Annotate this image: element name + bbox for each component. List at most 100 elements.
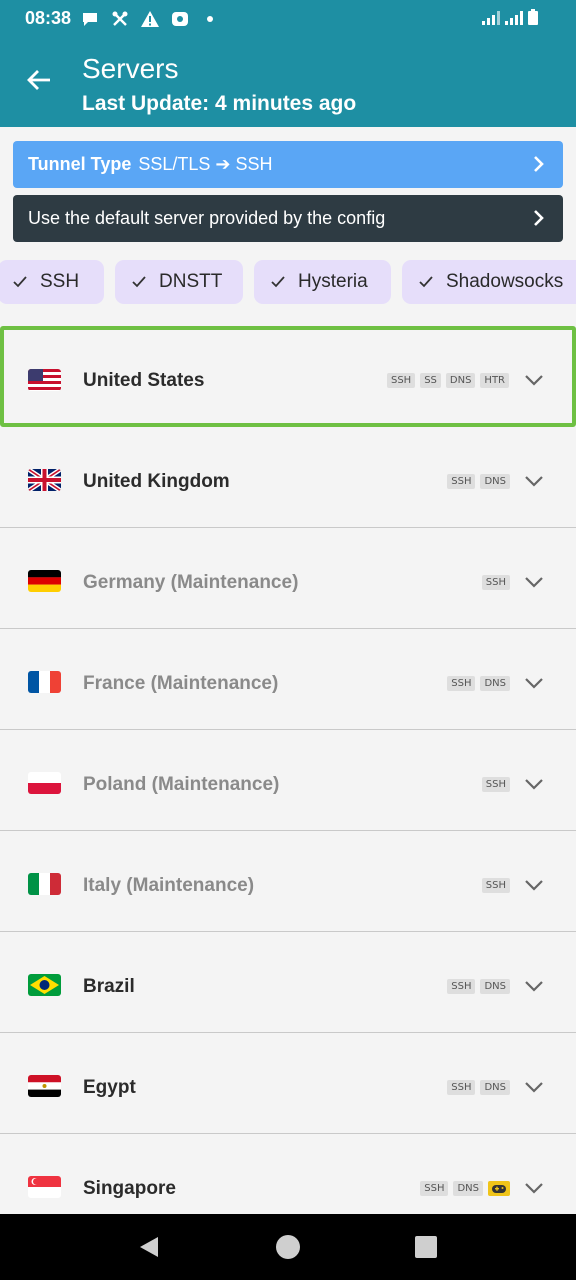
chevron-right-icon	[534, 156, 544, 172]
app-bar: 08:38 Servers Last Update: 4 minutes ago	[0, 0, 576, 127]
server-row-brazil[interactable]: Brazil SSH DNS	[0, 932, 576, 1033]
server-row-france[interactable]: France (Maintenance) SSH DNS	[0, 629, 576, 730]
server-row-egypt[interactable]: Egypt SSH DNS	[0, 1033, 576, 1134]
tag-dns: DNS	[480, 474, 510, 489]
chip-hysteria[interactable]: Hysteria	[254, 260, 391, 304]
arrow-left-icon	[27, 70, 50, 90]
tag-ssh: SSH	[481, 575, 510, 590]
server-name: Egypt	[83, 1077, 136, 1098]
page-title: Servers	[82, 53, 179, 84]
nav-recents-icon[interactable]	[413, 1234, 439, 1260]
chevron-down-icon[interactable]	[524, 572, 544, 592]
server-row-poland[interactable]: Poland (Maintenance) SSH	[0, 730, 576, 831]
protocol-tags: SSH DNS	[447, 676, 510, 691]
tag-dns: DNS	[480, 676, 510, 691]
tag-ss: SS	[420, 373, 441, 388]
protocol-tags: SSH DNS	[447, 979, 510, 994]
tunnel-type-label: Tunnel Type	[28, 154, 132, 174]
chevron-down-icon[interactable]	[524, 1178, 544, 1198]
italy-flag-icon	[28, 873, 61, 895]
signal-icon	[482, 11, 500, 30]
tools-icon	[110, 9, 130, 29]
tag-ssh: SSH	[386, 373, 416, 388]
tag-ssh: SSH	[420, 1181, 449, 1196]
chevron-down-icon[interactable]	[524, 370, 544, 390]
chevron-down-icon[interactable]	[524, 774, 544, 794]
france-flag-icon	[28, 671, 61, 693]
tag-dns: DNS	[480, 979, 510, 994]
chip-dnstt[interactable]: DNSTT	[115, 260, 243, 304]
protocol-tags: SSH	[481, 777, 510, 792]
server-row-germany[interactable]: Germany (Maintenance) SSH	[0, 528, 576, 629]
default-server-label: Use the default server provided by the c…	[28, 208, 386, 228]
us-flag-icon	[28, 369, 61, 391]
status-bar: 08:38	[0, 0, 576, 38]
egypt-flag-icon	[28, 1075, 61, 1097]
navigation-bar	[0, 1214, 576, 1280]
server-row-united-kingdom[interactable]: United Kingdom SSH DNS	[0, 427, 576, 528]
tag-dns: DNS	[453, 1181, 483, 1196]
chip-label: SSH	[40, 271, 80, 292]
tag-dns: DNS	[445, 373, 476, 388]
chevron-down-icon[interactable]	[524, 976, 544, 996]
vpn-icon	[170, 9, 190, 29]
check-icon	[271, 276, 285, 288]
chip-label: DNSTT	[159, 271, 223, 292]
protocol-tags: SSH	[481, 878, 510, 893]
chevron-down-icon[interactable]	[524, 471, 544, 491]
warning-icon	[140, 9, 160, 29]
server-name: United Kingdom	[83, 471, 230, 492]
chip-label: Hysteria	[298, 271, 368, 292]
nav-back-icon[interactable]	[136, 1234, 162, 1260]
chat-icon	[80, 9, 100, 29]
chip-label: Shadowsocks	[446, 271, 564, 292]
tag-ssh: SSH	[447, 1080, 476, 1095]
battery-icon	[528, 9, 538, 30]
chevron-down-icon[interactable]	[524, 875, 544, 895]
dot-icon	[200, 9, 220, 29]
poland-flag-icon	[28, 772, 61, 794]
tag-dns: DNS	[480, 1080, 510, 1095]
tag-ssh: SSH	[481, 878, 510, 893]
notification-icons	[80, 9, 220, 29]
tag-ssh: SSH	[447, 979, 476, 994]
chevron-right-icon	[534, 210, 544, 226]
germany-flag-icon	[28, 570, 61, 592]
server-name: France (Maintenance)	[83, 673, 279, 694]
tag-ssh: SSH	[447, 676, 476, 691]
back-button[interactable]	[22, 63, 56, 97]
tag-ssh: SSH	[481, 777, 510, 792]
nav-home-icon[interactable]	[275, 1234, 301, 1260]
check-icon	[13, 276, 27, 288]
gamepad-icon	[488, 1181, 510, 1196]
protocol-tags: SSH SS DNS HTR	[386, 373, 509, 388]
server-name: United States	[83, 370, 205, 391]
check-icon	[419, 276, 433, 288]
server-name: Italy (Maintenance)	[83, 875, 255, 896]
tag-htr: HTR	[480, 373, 509, 388]
status-time: 08:38	[25, 8, 72, 28]
singapore-flag-icon	[28, 1176, 61, 1198]
chip-shadowsocks[interactable]: Shadowsocks	[402, 260, 576, 304]
chevron-down-icon[interactable]	[524, 1077, 544, 1097]
server-row-united-states[interactable]: United States SSH SS DNS HTR	[0, 326, 576, 427]
tag-ssh: SSH	[447, 474, 476, 489]
server-row-singapore[interactable]: Singapore SSH DNS	[0, 1134, 576, 1214]
protocol-tags: SSH	[481, 575, 510, 590]
server-row-italy[interactable]: Italy (Maintenance) SSH	[0, 831, 576, 932]
server-name: Poland (Maintenance)	[83, 774, 280, 795]
chip-ssh[interactable]: SSH	[0, 260, 104, 304]
protocol-filter-chips: SSH DNSTT Hysteria Shadowsocks	[0, 260, 576, 304]
uk-flag-icon	[28, 469, 61, 491]
signal-icon	[505, 11, 523, 30]
server-name: Brazil	[83, 976, 135, 997]
server-name: Singapore	[83, 1178, 176, 1199]
server-list[interactable]: United States SSH SS DNS HTR United King…	[0, 326, 576, 1214]
protocol-tags: SSH DNS	[447, 474, 510, 489]
brazil-flag-icon	[28, 974, 61, 996]
protocol-tags: SSH DNS	[447, 1080, 510, 1095]
chevron-down-icon[interactable]	[524, 673, 544, 693]
tunnel-type-button[interactable]: Tunnel Type SSL/TLS ➔ SSH	[13, 141, 563, 188]
default-server-button[interactable]: Use the default server provided by the c…	[13, 195, 563, 242]
protocol-tags: SSH DNS	[420, 1181, 510, 1196]
